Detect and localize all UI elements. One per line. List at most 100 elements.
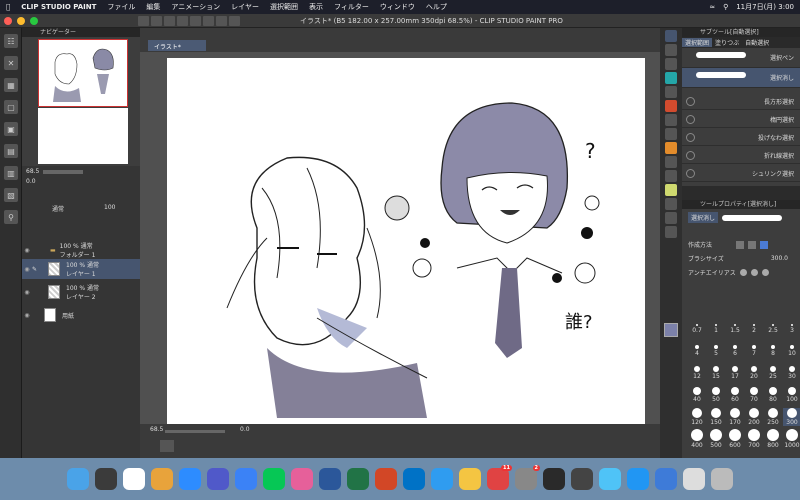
brush-size-option[interactable]: 17 [726,366,744,380]
canvas-angle[interactable]: 0.0 [240,426,250,433]
subtool-item-rect-select[interactable]: 長方形選択 [682,94,800,110]
minimize-window-button[interactable] [17,16,25,25]
ruler-tool-icon[interactable] [665,198,677,210]
layer-row-layer1[interactable]: ◉ ✎ 100 % 通常 レイヤー 1 [22,259,140,279]
layer-row-folder[interactable]: ◉ ▬ 100 % 通常 フォルダー 1 [22,242,140,259]
dock-line-icon[interactable] [263,468,285,490]
antialias-option-icon[interactable] [739,269,747,276]
method-option-icon[interactable] [748,240,757,249]
clear-layer-icon[interactable]: ✕ [4,56,18,70]
gradient-tool-icon[interactable] [665,156,677,168]
navigator-thumbnail[interactable] [38,39,128,107]
brush-size-option[interactable]: 2 [745,324,763,334]
fill-tool-icon[interactable] [665,142,677,154]
dock-settings-icon[interactable]: 2 [515,465,540,490]
blend-mode-select[interactable]: 通常 [52,204,64,213]
eye-icon[interactable]: ◉ [22,289,32,296]
brush-size-option[interactable]: 40 [688,387,706,403]
close-window-button[interactable] [4,16,12,25]
transform-icon[interactable] [216,15,227,26]
brush-size-option[interactable]: 3 [783,324,800,334]
zoom-slider[interactable] [165,430,225,433]
brush-size-option[interactable]: 20 [745,366,763,380]
brush-size-option[interactable]: 500 [707,429,725,449]
frame-tool-icon[interactable] [665,212,677,224]
brush-size-option[interactable]: 400 [688,429,706,449]
brush-size-option[interactable]: 700 [745,429,763,449]
brush-size-option[interactable]: 1 [707,324,725,334]
layer-row-layer2[interactable]: ◉ 100 % 通常 レイヤー 2 [22,282,140,302]
clock[interactable]: 11月7日(月) 3:00 [736,2,794,12]
brush-size-option[interactable]: 6 [726,345,744,357]
brush-size-option[interactable]: 600 [726,429,744,449]
save-icon[interactable] [164,15,175,26]
wifi-icon[interactable]: ≈ [709,3,715,11]
new-icon[interactable] [138,15,149,26]
brush-size-option[interactable]: 200 [745,408,763,426]
dock-zoom-icon[interactable] [179,468,201,490]
document-tab[interactable]: イラスト* [148,40,206,51]
dock-word-icon[interactable] [319,468,341,490]
brush-size-option[interactable]: 50 [707,387,725,403]
search-icon[interactable]: ⚲ [723,3,728,11]
subtool-item-selection-pen[interactable]: 選択ペン [682,48,800,68]
navigator-angle[interactable]: 0.0 [26,178,36,185]
brush-size-option[interactable]: 70 [745,387,763,403]
dock-clip2-icon[interactable] [123,468,145,490]
airbrush-tool-icon[interactable] [665,72,677,84]
brush-size-value[interactable]: 300.0 [771,255,788,262]
subtool-item-shrink-select[interactable]: シュリンク選択 [682,166,800,182]
dock-photos-icon[interactable] [291,468,313,490]
blend-tool-icon[interactable] [665,128,677,140]
brush-size-option[interactable]: 7 [745,345,763,357]
brush-tool-icon[interactable] [665,86,677,98]
brush-size-option[interactable]: 800 [764,429,782,449]
brush-size-option[interactable]: 150 [707,408,725,426]
dock-excel-icon[interactable] [347,468,369,490]
dock-powerpoint-icon[interactable] [375,468,397,490]
brush-size-option[interactable]: 80 [764,387,782,403]
dock-globe-icon[interactable] [627,468,649,490]
brush-size-option[interactable]: 15 [707,366,725,380]
tab-selection[interactable]: 選択範囲 [682,38,713,47]
navigator-icon[interactable]: ☷ [4,34,18,48]
material-icon[interactable]: ▣ [4,122,18,136]
drawing-canvas[interactable]: ? 誰? [167,58,645,428]
dock-app2-icon[interactable] [571,468,593,490]
menu-help[interactable]: ヘルプ [426,2,447,12]
layer-opacity[interactable]: 100 [104,204,115,213]
canvas-icon[interactable]: ▢ [4,100,18,114]
app-menu[interactable]: CLIP STUDIO PAINT [21,3,96,11]
deselect-icon[interactable] [229,15,240,26]
decoration-tool-icon[interactable] [665,100,677,112]
fill-icon[interactable]: ▦ [4,78,18,92]
layer-row-paper[interactable]: ◉ 用紙 [22,305,140,325]
menu-edit[interactable]: 編集 [146,2,160,12]
menu-view[interactable]: 表示 [309,2,323,12]
antialias-option-icon[interactable] [750,269,758,276]
dock-files-icon[interactable] [683,468,705,490]
color-icon[interactable]: ▥ [4,166,18,180]
eraser-tool-icon[interactable] [665,58,677,70]
pen-tool-icon[interactable] [665,44,677,56]
eye-icon[interactable]: ◉ [22,312,32,319]
history-icon[interactable]: ▧ [4,188,18,202]
dock-w-icon[interactable] [599,468,621,490]
snap-icon[interactable] [160,440,174,452]
subtool-item-lasso-select[interactable]: 投げなわ選択 [682,130,800,146]
dock-safari-icon[interactable] [431,468,453,490]
text-tool-icon[interactable] [665,170,677,182]
brush-size-option[interactable]: 250 [764,408,782,426]
redo-icon[interactable] [190,15,201,26]
zoom-slider[interactable] [43,169,84,174]
brush-size-option[interactable]: 1000 [783,429,800,449]
menu-selection[interactable]: 選択範囲 [270,2,298,12]
dock-app-icon[interactable] [543,468,565,490]
brush-size-option[interactable]: 4 [688,345,706,357]
dock-clip-icon[interactable] [95,468,117,490]
brush-size-option[interactable]: 170 [726,408,744,426]
subtool-item-selection-eraser[interactable]: 選択消し [682,68,800,88]
eye-icon[interactable]: ◉ [22,247,32,254]
brush-size-option[interactable]: 120 [688,408,706,426]
dock-teams-icon[interactable] [207,468,229,490]
